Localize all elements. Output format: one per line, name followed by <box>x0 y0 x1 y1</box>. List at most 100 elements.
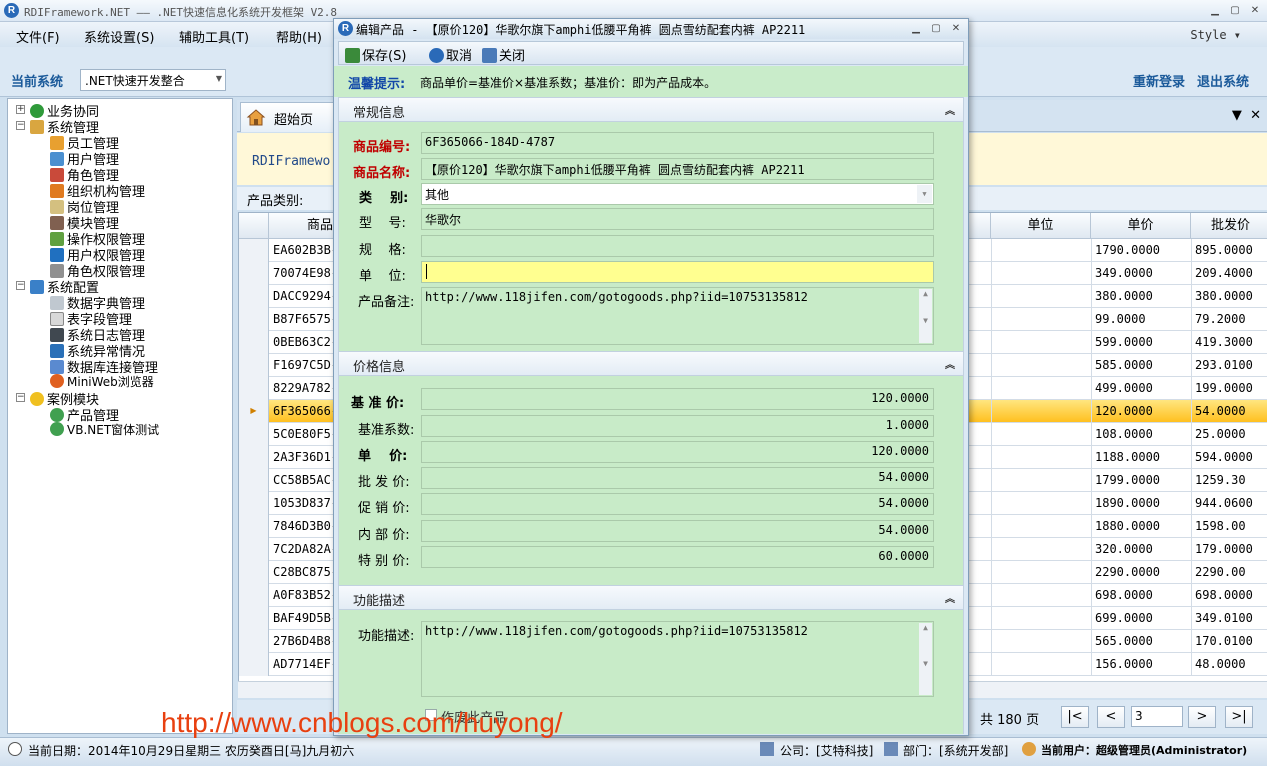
tree-node-role[interactable]: 角色管理 <box>50 165 119 184</box>
dialog-close-icon[interactable]: ✕ <box>948 22 964 36</box>
tree-node-user[interactable]: 用户管理 <box>50 149 119 168</box>
row-header[interactable] <box>239 285 269 308</box>
model-field[interactable]: 华歌尔 <box>421 208 934 230</box>
row-header[interactable] <box>239 308 269 331</box>
row-header[interactable] <box>239 469 269 492</box>
row-header[interactable] <box>239 561 269 584</box>
tree-node-collaboration[interactable]: 业务协同 <box>30 101 99 120</box>
tree-node-db-connection[interactable]: 数据库连接管理 <box>50 357 158 376</box>
tree-node-module[interactable]: 模块管理 <box>50 213 119 232</box>
tree-node-exception[interactable]: 系统异常情况 <box>50 341 145 360</box>
unit-field[interactable] <box>421 261 934 283</box>
close-button[interactable]: 关闭 <box>482 45 525 64</box>
save-button[interactable]: 保存(S) <box>345 45 406 64</box>
tree-node-organization[interactable]: 组织机构管理 <box>50 181 145 200</box>
tab-controls: ▼ ✕ <box>1232 108 1261 123</box>
row-header[interactable]: ▶ <box>239 400 269 423</box>
column-divider <box>991 308 992 331</box>
tree-node-role-permission[interactable]: 角色权限管理 <box>50 261 145 280</box>
row-header[interactable] <box>239 239 269 262</box>
row-header[interactable] <box>239 423 269 446</box>
tree-node-system-management[interactable]: 系统管理 <box>30 117 99 136</box>
prev-page-button[interactable]: < <box>1097 706 1125 728</box>
dialog-minimize-icon[interactable]: ▁ <box>908 22 924 36</box>
cancel-button[interactable]: 取消 <box>429 45 472 64</box>
row-header[interactable] <box>239 446 269 469</box>
style-selector[interactable]: Style ▾ <box>1190 28 1241 42</box>
next-page-button[interactable]: > <box>1188 706 1216 728</box>
last-page-button[interactable]: >| <box>1225 706 1253 728</box>
remark-textarea[interactable]: http://www.118jifen.com/gotogoods.php?ii… <box>421 287 934 345</box>
tree-node-operation-permission[interactable]: 操作权限管理 <box>50 229 145 248</box>
desc-textarea[interactable]: http://www.118jifen.com/gotogoods.php?ii… <box>421 621 934 697</box>
collapse-icon[interactable]: − <box>16 393 25 402</box>
collapse-icon[interactable]: − <box>16 121 25 130</box>
cell-price: 120.0000 <box>1095 404 1153 418</box>
tree-node-dictionary[interactable]: 数据字典管理 <box>50 293 145 312</box>
tree-node-post[interactable]: 岗位管理 <box>50 197 119 216</box>
spec-field[interactable] <box>421 235 934 257</box>
coefficient-field[interactable]: 1.0000 <box>421 415 934 437</box>
row-header[interactable] <box>239 354 269 377</box>
first-page-button[interactable]: |< <box>1061 706 1089 728</box>
row-header[interactable] <box>239 653 269 676</box>
section-general-header[interactable]: 常规信息 ︽ <box>338 97 964 122</box>
tab-list-icon[interactable]: ▼ <box>1232 108 1242 123</box>
expand-icon[interactable]: + <box>16 105 25 114</box>
collapse-up-icon[interactable]: ︽ <box>945 102 955 117</box>
row-header[interactable] <box>239 492 269 515</box>
exit-link[interactable]: 退出系统 <box>1197 71 1249 90</box>
tree-node-system-config[interactable]: 系统配置 <box>30 277 99 296</box>
tree-node-product[interactable]: 产品管理 <box>50 405 119 424</box>
collapse-up-icon[interactable]: ︽ <box>945 590 955 605</box>
tree-node-table-field[interactable]: 表字段管理 <box>50 309 132 328</box>
current-system-combo[interactable]: .NET快速开发整合 ▼ <box>80 69 226 91</box>
textarea-scrollbar[interactable]: ▲ ▼ <box>919 623 932 695</box>
row-header[interactable] <box>239 262 269 285</box>
name-field[interactable]: 【原价120】华歌尔旗下amphi低腰平角裤 圆点雪纺配套内裤 AP2211 <box>421 158 934 180</box>
code-field[interactable]: 6F365066-184D-4787 <box>421 132 934 154</box>
tree-node-case-module[interactable]: 案例模块 <box>30 389 99 408</box>
base-price-field[interactable]: 120.0000 <box>421 388 934 410</box>
dialog-maximize-icon[interactable]: ▢ <box>928 22 944 36</box>
row-header[interactable] <box>239 607 269 630</box>
tree-node-vbnet[interactable]: VB.NET窗体测试 <box>50 421 159 437</box>
menu-file[interactable]: 文件(F) <box>16 27 60 46</box>
unit-price-field[interactable]: 120.0000 <box>421 441 934 463</box>
tab-close-icon[interactable]: ✕ <box>1250 108 1261 123</box>
textarea-scrollbar[interactable]: ▲ ▼ <box>919 289 932 343</box>
page-number-input[interactable]: 3 <box>1131 706 1183 727</box>
column-header-price[interactable]: 单价 <box>1091 213 1191 239</box>
tree-node-user-permission[interactable]: 用户权限管理 <box>50 245 145 264</box>
section-price-header[interactable]: 价格信息 ︽ <box>338 351 964 376</box>
internal-field[interactable]: 54.0000 <box>421 520 934 542</box>
grid-corner[interactable] <box>239 213 269 239</box>
column-header-unit[interactable]: 单位 <box>991 213 1091 239</box>
menu-system-settings[interactable]: 系统设置(S) <box>84 27 154 46</box>
row-header[interactable] <box>239 331 269 354</box>
row-header[interactable] <box>239 538 269 561</box>
menu-help[interactable]: 帮助(H) <box>276 27 322 46</box>
special-field[interactable]: 60.0000 <box>421 546 934 568</box>
row-header[interactable] <box>239 584 269 607</box>
relogin-link[interactable]: 重新登录 <box>1133 71 1185 90</box>
column-header-wholesale[interactable]: 批发价 <box>1191 213 1267 239</box>
row-header[interactable] <box>239 377 269 400</box>
collapse-icon[interactable]: − <box>16 281 25 290</box>
maximize-icon[interactable]: ▢ <box>1227 4 1243 18</box>
row-header[interactable] <box>239 515 269 538</box>
wholesale-field[interactable]: 54.0000 <box>421 467 934 489</box>
tree-node-log[interactable]: 系统日志管理 <box>50 325 145 344</box>
category-select[interactable]: 其他 ▼ <box>421 183 934 205</box>
section-desc-header[interactable]: 功能描述 ︽ <box>338 585 964 610</box>
menu-tools[interactable]: 辅助工具(T) <box>179 27 249 46</box>
tree-node-employee[interactable]: 员工管理 <box>50 133 119 152</box>
minimize-icon[interactable]: ▁ <box>1207 4 1223 18</box>
collapse-up-icon[interactable]: ︽ <box>945 356 955 371</box>
promo-field[interactable]: 54.0000 <box>421 493 934 515</box>
chevron-down-icon[interactable]: ▼ <box>917 185 932 203</box>
tab-home[interactable]: 超始页 <box>240 102 335 132</box>
row-header[interactable] <box>239 630 269 653</box>
tree-node-miniweb[interactable]: MiniWeb浏览器 <box>50 373 154 389</box>
close-icon[interactable]: ✕ <box>1247 4 1263 18</box>
